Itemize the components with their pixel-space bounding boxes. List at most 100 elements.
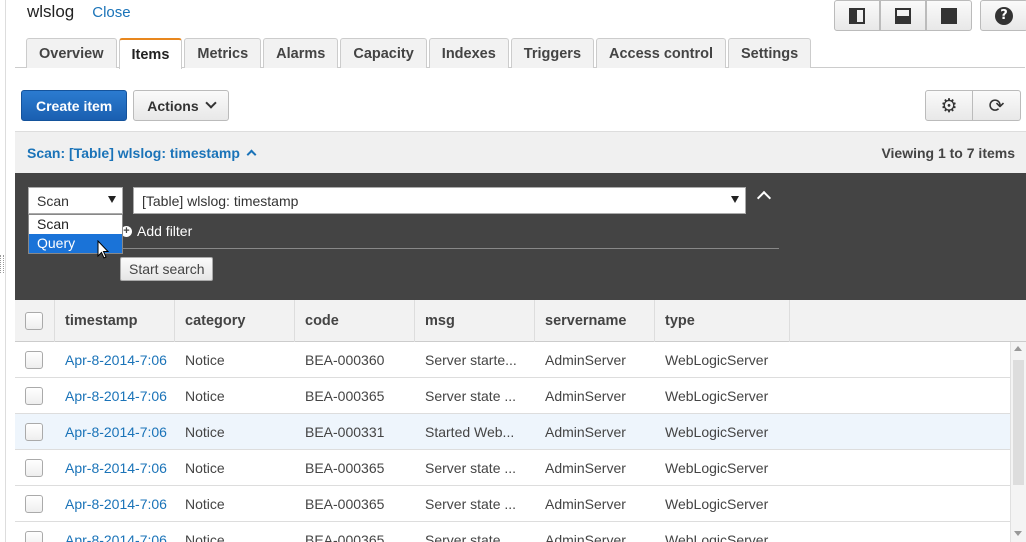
- row-select-cell: [15, 486, 55, 521]
- table-row[interactable]: Apr-8-2014-7:06 Notice BEA-000365 Server st…: [15, 378, 1010, 414]
- cell-timestamp[interactable]: Apr-8-2014-7:06: [55, 486, 175, 521]
- scroll-up-icon[interactable]: [1014, 346, 1022, 351]
- source-select-value: [Table] wlslog: timestamp: [142, 192, 299, 209]
- row-checkbox[interactable]: [25, 386, 43, 405]
- filter-divider: [120, 248, 779, 249]
- table-row[interactable]: Apr-8-2014-7:06 Notice BEA-000365 Server st…: [15, 486, 1010, 522]
- start-search-button[interactable]: Start search: [120, 257, 214, 281]
- gear-icon: ⚙: [940, 94, 958, 117]
- tab-access-control[interactable]: Access control: [596, 38, 726, 68]
- split-left-icon: [849, 7, 865, 24]
- select-all-checkbox[interactable]: [25, 312, 43, 330]
- row-select-cell: [15, 342, 55, 377]
- table-row[interactable]: Apr-8-2014-7:06 Notice BEA-000331 Started W…: [15, 414, 1010, 450]
- cell-code: BEA-000360: [305, 351, 385, 368]
- grid-header: timestamp category code msg servername type: [15, 300, 1026, 342]
- chevron-down-icon: [204, 97, 217, 109]
- cell-servername: AdminServer: [545, 459, 626, 476]
- cell-timestamp[interactable]: Apr-8-2014-7:06: [55, 414, 175, 449]
- cell-type: WebLogicServer: [665, 351, 769, 368]
- dropdown-arrow-icon: [108, 196, 116, 203]
- cell-servername: AdminServer: [545, 351, 626, 368]
- row-checkbox[interactable]: [25, 458, 43, 477]
- split-bottom-icon: [895, 7, 911, 24]
- cell-category: Notice: [185, 459, 225, 476]
- row-select-cell: [15, 414, 55, 449]
- view-mode-buttons: ?: [834, 0, 1026, 31]
- cell-servername: AdminServer: [545, 423, 626, 440]
- cell-timestamp[interactable]: Apr-8-2014-7:06: [55, 378, 175, 413]
- resize-grip[interactable]: [0, 255, 4, 273]
- row-checkbox[interactable]: [25, 422, 43, 441]
- cell-msg: Server state ...: [425, 387, 517, 404]
- tab-alarms[interactable]: Alarms: [263, 38, 339, 68]
- actions-button[interactable]: Actions: [133, 90, 229, 121]
- help-icon: ?: [995, 6, 1013, 25]
- select-all-cell: [15, 300, 55, 342]
- mouse-pointer-icon: [97, 240, 110, 259]
- vertical-scrollbar[interactable]: [1010, 342, 1026, 542]
- mode-option-scan[interactable]: Scan: [29, 215, 122, 234]
- row-checkbox[interactable]: [25, 494, 43, 513]
- column-header-servername[interactable]: servername: [535, 300, 655, 342]
- table-row[interactable]: Apr-8-2014-7:06 Notice BEA-000360 Server st…: [15, 342, 1010, 378]
- cell-type: WebLogicServer: [665, 495, 769, 512]
- items-grid: timestamp category code msg servername type A…: [15, 300, 1026, 542]
- scan-summary-label: Scan: [Table] wlslog: timestamp: [27, 144, 240, 161]
- cell-servername: AdminServer: [545, 387, 626, 404]
- cell-servername: AdminServer: [545, 531, 626, 542]
- split-left-button[interactable]: [834, 0, 880, 31]
- full-view-button[interactable]: [926, 0, 972, 31]
- tab-settings[interactable]: Settings: [727, 38, 812, 68]
- column-header-type[interactable]: type: [655, 300, 790, 342]
- toolbar: Create item Actions: [21, 90, 229, 121]
- refresh-button[interactable]: ⟳: [973, 90, 1021, 121]
- scroll-down-icon[interactable]: [1014, 531, 1022, 536]
- scan-toggle[interactable]: Scan: [Table] wlslog: timestamp: [27, 144, 257, 161]
- tab-indexes[interactable]: Indexes: [428, 38, 509, 68]
- cell-code: BEA-000365: [305, 387, 385, 404]
- cell-timestamp[interactable]: Apr-8-2014-7:06: [55, 342, 175, 377]
- title-bar: wlslog Close: [27, 2, 131, 24]
- row-checkbox[interactable]: [25, 530, 43, 542]
- refresh-icon: ⟳: [988, 94, 1005, 117]
- column-header-msg[interactable]: msg: [415, 300, 535, 342]
- table-row[interactable]: Apr-8-2014-7:06 Notice BEA-000365 Server st…: [15, 522, 1010, 542]
- column-header-code[interactable]: code: [295, 300, 415, 342]
- tab-triggers[interactable]: Triggers: [510, 38, 595, 68]
- split-bottom-button[interactable]: [880, 0, 926, 31]
- cell-category: Notice: [185, 387, 225, 404]
- table-row[interactable]: Apr-8-2014-7:06 Notice BEA-000365 Server st…: [15, 450, 1010, 486]
- full-view-icon: [941, 7, 957, 24]
- settings-button[interactable]: ⚙: [925, 90, 973, 121]
- create-item-button[interactable]: Create item: [21, 90, 128, 121]
- collapse-panel-icon[interactable]: [756, 190, 772, 206]
- close-link[interactable]: Close: [92, 4, 130, 21]
- mode-select[interactable]: Scan: [28, 187, 123, 214]
- cell-servername: AdminServer: [545, 495, 626, 512]
- tab-items[interactable]: Items: [118, 38, 183, 69]
- column-header-category[interactable]: category: [175, 300, 295, 342]
- add-filter-link[interactable]: + Add filter: [121, 223, 192, 239]
- cell-msg: Server state ...: [425, 459, 517, 476]
- source-select[interactable]: [Table] wlslog: timestamp: [133, 187, 746, 214]
- tab-bar: Overview Items Metrics Alarms Capacity Indexe…: [15, 38, 1025, 69]
- cell-code: BEA-000365: [305, 531, 385, 542]
- cell-category: Notice: [185, 495, 225, 512]
- row-checkbox[interactable]: [25, 350, 43, 369]
- add-filter-label: Add filter: [137, 223, 193, 239]
- table-name: wlslog: [27, 2, 75, 21]
- cell-code: BEA-000331: [305, 423, 385, 440]
- tab-overview[interactable]: Overview: [26, 38, 117, 68]
- cell-timestamp[interactable]: Apr-8-2014-7:06: [55, 450, 175, 485]
- cell-timestamp[interactable]: Apr-8-2014-7:06: [55, 522, 175, 542]
- help-button[interactable]: ?: [980, 0, 1026, 31]
- row-select-cell: [15, 450, 55, 485]
- scroll-thumb[interactable]: [1013, 360, 1024, 485]
- tab-metrics[interactable]: Metrics: [184, 38, 262, 68]
- actions-label: Actions: [147, 97, 199, 114]
- column-header-timestamp[interactable]: timestamp: [55, 300, 175, 342]
- row-select-cell: [15, 522, 55, 542]
- cell-category: Notice: [185, 423, 225, 440]
- tab-capacity[interactable]: Capacity: [340, 38, 427, 68]
